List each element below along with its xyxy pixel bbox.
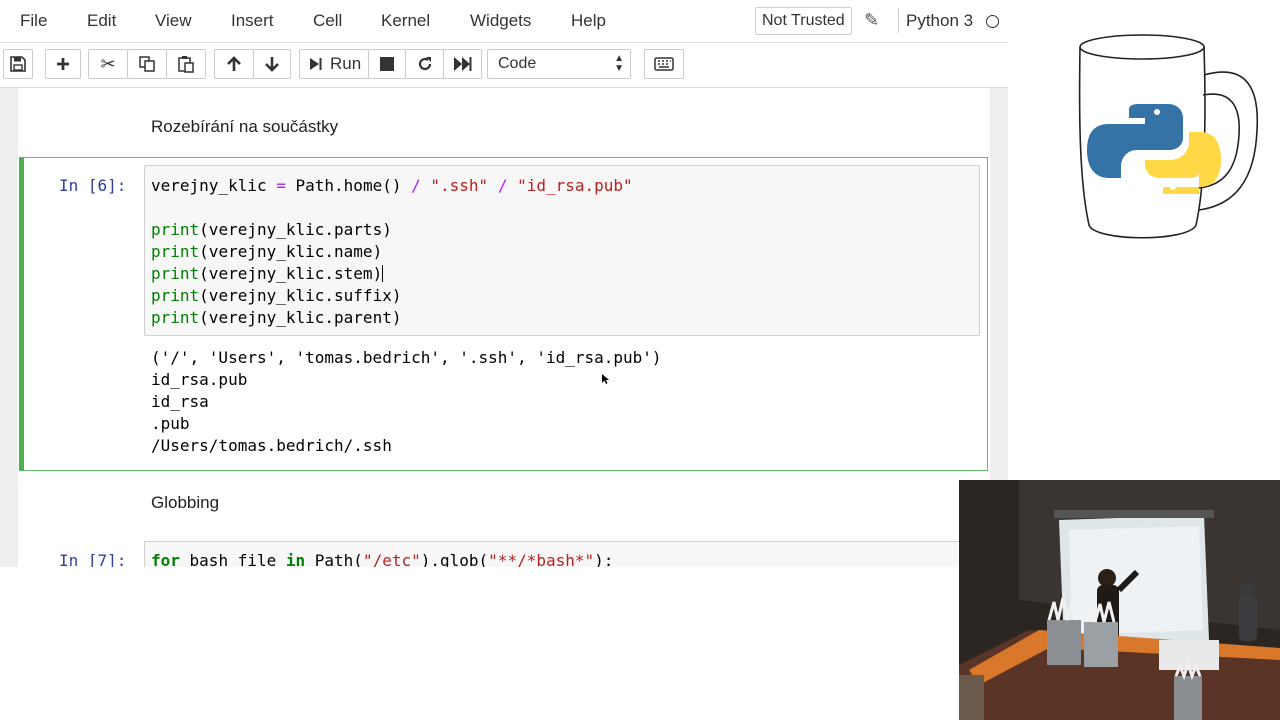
menu-widgets[interactable]: Widgets [470, 11, 531, 31]
cell-type-value: Code [498, 55, 537, 72]
code-token: "/etc" [362, 551, 421, 567]
code-token: / [411, 176, 421, 195]
code-line: for bash_file in Path("/etc").glob("**/*… [151, 551, 613, 567]
jupyter-window: File Edit View Insert Cell Kernel Widget… [0, 0, 1008, 567]
pencil-icon[interactable]: ✎ [864, 10, 879, 31]
menu-insert[interactable]: Insert [231, 11, 274, 31]
text-cursor [382, 265, 384, 282]
kernel-name: Python 3 [906, 11, 974, 30]
trust-indicator[interactable]: Not Trusted [755, 7, 852, 35]
select-arrows-icon: ▲ ▼ [614, 53, 624, 74]
arrow-down-icon [265, 57, 279, 72]
menubar: File Edit View Insert Cell Kernel Widget… [0, 0, 1008, 43]
insert-cell-button[interactable] [45, 49, 81, 79]
menu-file[interactable]: File [20, 11, 47, 31]
code-token: ): [594, 551, 614, 567]
code-token: print [151, 220, 200, 239]
fast-forward-icon [453, 57, 471, 71]
menu-kernel[interactable]: Kernel [381, 11, 430, 31]
code-token: / [497, 176, 508, 195]
keyboard-icon [654, 57, 674, 71]
divider [898, 9, 899, 33]
code-token: bash_file [179, 551, 286, 567]
output-line: /Users/tomas.bedrich/.ssh [151, 436, 392, 455]
code-token: (verejny_klic.name) [199, 242, 383, 261]
scissors-icon: ✂ [100, 53, 116, 74]
plus-icon [57, 58, 69, 70]
cut-button[interactable]: ✂ [88, 49, 128, 79]
menu-view[interactable]: View [155, 11, 192, 31]
code-token: ".ssh" [420, 176, 498, 195]
output-line: .pub [151, 414, 190, 433]
run-button[interactable]: Run [299, 49, 369, 79]
code-line: print(verejny_klic.parts) [151, 220, 392, 239]
kernel-status-icon [986, 15, 999, 28]
cell-prompt: In [7]: [59, 551, 127, 567]
menu-cell[interactable]: Cell [313, 11, 342, 31]
code-token: print [151, 286, 200, 305]
step-forward-icon [310, 58, 322, 70]
interrupt-button[interactable] [368, 49, 406, 79]
copy-button[interactable] [127, 49, 167, 79]
code-line: verejny_klic = Path.home() / ".ssh" / "i… [151, 176, 633, 195]
code-token: "id_rsa.pub" [507, 176, 633, 195]
cell-prompt: In [6]: [59, 176, 127, 195]
mouse-pointer-icon [602, 374, 609, 384]
output-line: ('/', 'Users', 'tomas.bedrich', '.ssh', … [151, 348, 662, 367]
clipboard-icon [178, 56, 194, 73]
markdown-heading[interactable]: Globbing [151, 493, 219, 513]
menu-help[interactable]: Help [571, 11, 606, 31]
code-token: (verejny_klic.parent) [199, 308, 402, 327]
speaker-video [959, 480, 1280, 720]
code-token: (verejny_klic.stem) [199, 264, 383, 283]
code-token: ).glob( [420, 551, 489, 567]
code-token: Path( [305, 551, 363, 567]
code-token: (verejny_klic.suffix) [199, 286, 402, 305]
move-down-button[interactable] [253, 49, 291, 79]
code-token: print [151, 308, 200, 327]
move-up-button[interactable] [214, 49, 254, 79]
code-token: = [276, 176, 286, 195]
cell-type-select[interactable]: Code ▲ ▼ [487, 49, 631, 79]
code-token: (verejny_klic.parts) [199, 220, 392, 239]
code-token: print [151, 242, 200, 261]
output-line: id_rsa.pub [151, 370, 248, 389]
copy-icon [139, 56, 155, 72]
markdown-heading[interactable]: Rozebírání na součástky [151, 117, 338, 137]
video-frame [959, 480, 1280, 720]
floppy-icon [10, 56, 26, 72]
code-token: "**/*bash*" [488, 551, 595, 567]
menu-edit[interactable]: Edit [87, 11, 116, 31]
save-button[interactable] [3, 49, 33, 79]
code-line: print(verejny_klic.stem) [151, 264, 384, 283]
command-palette-button[interactable] [644, 49, 684, 79]
restart-button[interactable] [405, 49, 444, 79]
code-line: print(verejny_klic.name) [151, 242, 382, 261]
restart-run-all-button[interactable] [443, 49, 482, 79]
code-token: verejny_klic [151, 176, 277, 195]
stop-icon [380, 57, 394, 71]
code-token: Path.home() [285, 176, 412, 195]
pyvo-mug-logo [1078, 34, 1259, 239]
run-label: Run [330, 54, 362, 73]
code-line: print(verejny_klic.suffix) [151, 286, 401, 305]
output-line: id_rsa [151, 392, 209, 411]
arrow-up-icon [227, 56, 241, 71]
code-token: for [151, 551, 180, 567]
code-line: print(verejny_klic.parent) [151, 308, 401, 327]
code-token: print [151, 264, 200, 283]
paste-button[interactable] [166, 49, 206, 79]
refresh-icon [418, 57, 431, 71]
code-token: in [285, 551, 306, 567]
